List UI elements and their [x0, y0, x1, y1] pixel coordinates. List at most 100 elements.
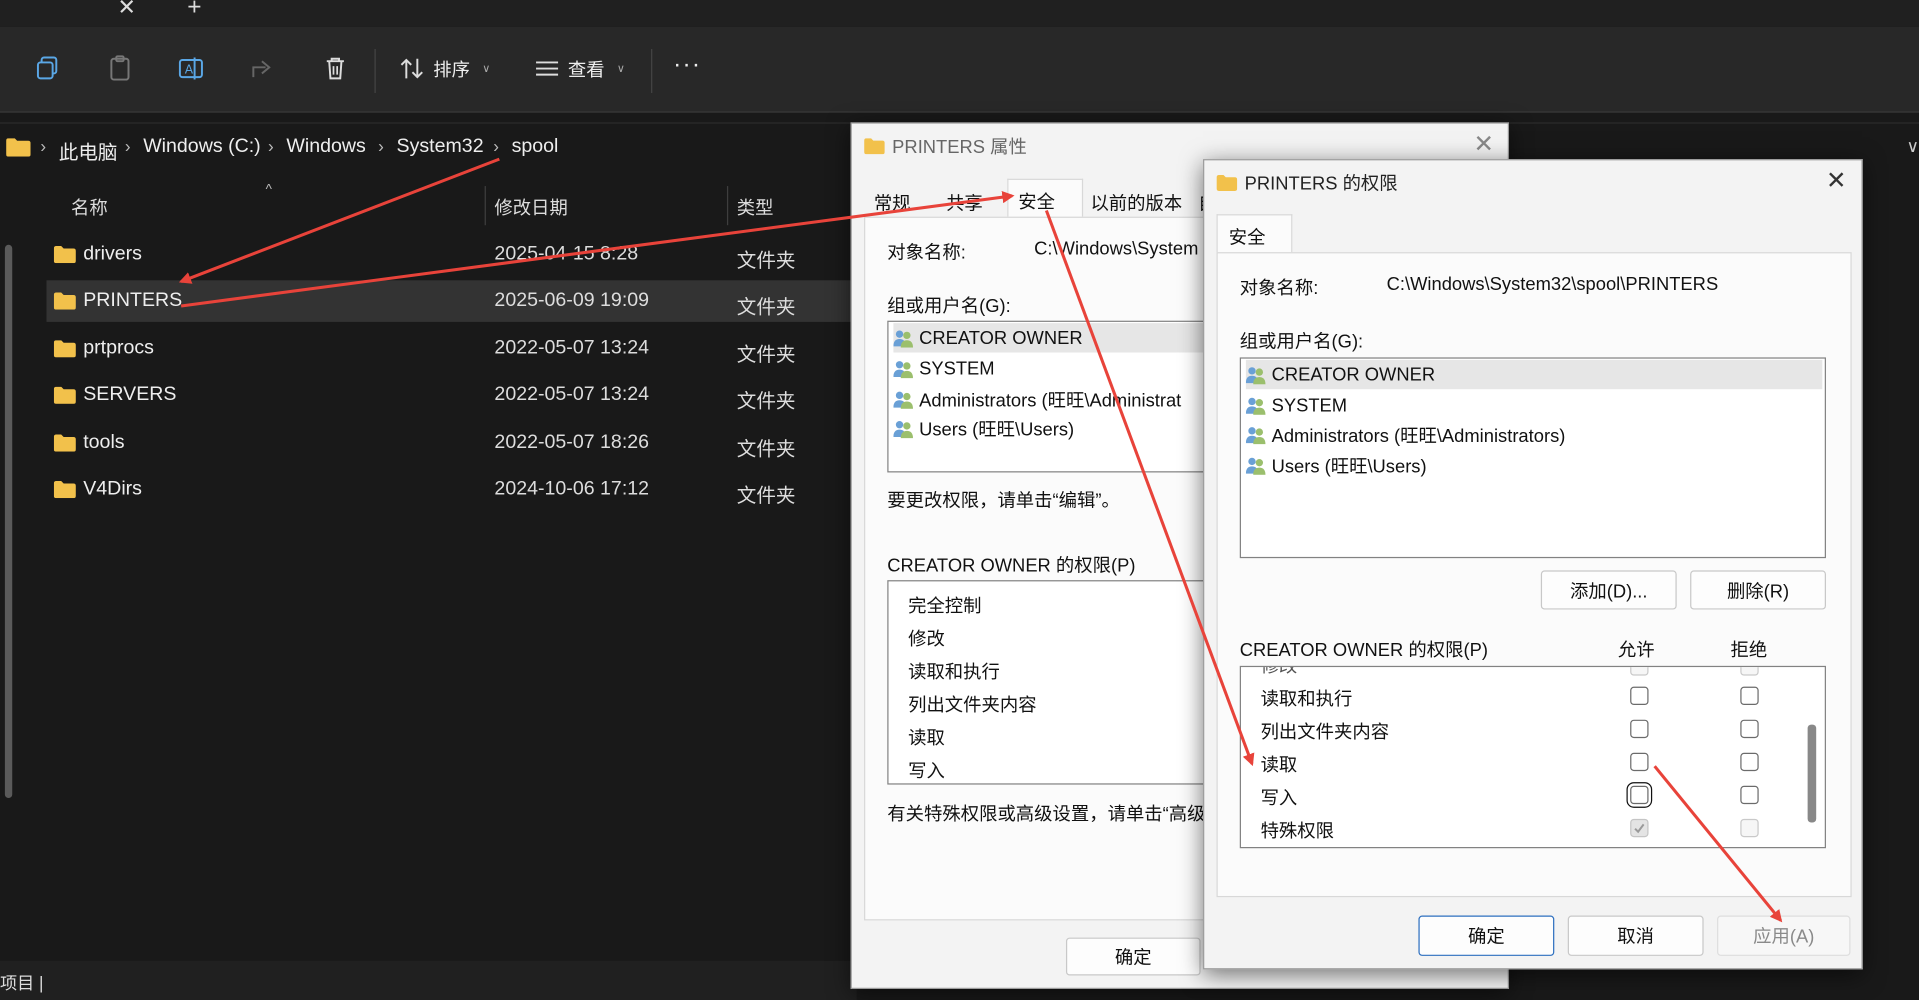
- ok-button[interactable]: 确定: [1418, 915, 1555, 956]
- file-date: 2024-10-06 17:12: [494, 478, 650, 500]
- close-icon[interactable]: ✕: [1474, 129, 1495, 160]
- list-item[interactable]: Users (旺旺\Users): [1245, 450, 1427, 479]
- command-bar: A 排序 ∨ 查看 ∨ ···: [0, 26, 1919, 113]
- tab-sharing[interactable]: 共享: [946, 190, 983, 216]
- dialog-title-text: PRINTERS 属性: [892, 137, 1027, 158]
- permission-name: 读取: [1260, 755, 1298, 777]
- column-date[interactable]: 修改日期: [494, 195, 567, 221]
- permission-name: 修改: [1260, 665, 1298, 677]
- allow-checkbox[interactable]: [1630, 686, 1649, 706]
- object-name-label: 对象名称:: [887, 242, 966, 264]
- add-button[interactable]: 添加(D)...: [1540, 570, 1677, 610]
- breadcrumb-c-drive[interactable]: Windows (C:): [143, 136, 261, 158]
- permission-name: 特殊权限: [1260, 821, 1335, 843]
- breadcrumb-separator: ›: [124, 135, 131, 156]
- rename-icon[interactable]: A: [176, 54, 205, 83]
- toolbar-divider: [651, 48, 653, 94]
- users-icon: [1245, 397, 1266, 415]
- delete-icon[interactable]: [321, 54, 350, 83]
- list-item[interactable]: Users (旺旺\Users): [893, 414, 1074, 443]
- apply-button[interactable]: 应用(A): [1717, 915, 1851, 956]
- chevron-down-icon[interactable]: ∨: [1906, 136, 1919, 157]
- advanced-hint: 有关特殊权限或高级设置，请单击“高级”: [887, 804, 1212, 825]
- group-users-label: 组或用户名(G):: [887, 296, 1011, 318]
- list-item[interactable]: SYSTEM: [1245, 390, 1347, 419]
- list-item[interactable]: CREATOR OWNER: [893, 323, 1215, 353]
- remove-button[interactable]: 删除(R): [1690, 570, 1826, 610]
- tab-security-label: 安全: [1018, 192, 1055, 213]
- dialog-title-text: PRINTERS 的权限: [1244, 173, 1398, 195]
- tab-security-active[interactable]: 安全: [1216, 214, 1293, 254]
- status-bar: 项目 |: [0, 960, 857, 1000]
- sort-button[interactable]: 排序 ∨: [399, 54, 490, 83]
- file-row[interactable]: V4Dirs 2024-10-06 17:12 文件夹: [47, 469, 855, 511]
- file-row[interactable]: tools 2022-05-07 18:26 文件夹: [47, 422, 855, 464]
- allow-checkbox[interactable]: [1630, 719, 1649, 739]
- list-item[interactable]: Administrators (旺旺\Administrat: [893, 384, 1181, 413]
- file-date: 2025-04-15 8:28: [494, 243, 639, 265]
- dialog-title: PRINTERS 属性: [864, 133, 1027, 159]
- tab-general[interactable]: 常规: [874, 190, 911, 216]
- allow-checkbox[interactable]: [1630, 752, 1649, 772]
- permission-name: 完全控制: [908, 596, 982, 617]
- copy-icon[interactable]: [33, 54, 62, 83]
- chevron-down-icon: ∨: [482, 61, 491, 75]
- permissions-scrollbar[interactable]: [1807, 724, 1817, 823]
- permissions-list: 完全控制 修改 读取和执行 列出文件夹内容 读取 写入: [887, 580, 1218, 785]
- new-tab-icon[interactable]: +: [187, 0, 201, 22]
- file-name: V4Dirs: [83, 478, 142, 500]
- users-list[interactable]: CREATOR OWNER SYSTEM Administrators (旺旺\…: [1239, 357, 1826, 559]
- view-button[interactable]: 查看 ∨: [534, 54, 625, 83]
- paste-icon[interactable]: [105, 54, 134, 83]
- file-row[interactable]: prtprocs 2022-05-07 13:24 文件夹: [47, 328, 855, 370]
- deny-checkbox[interactable]: [1740, 686, 1759, 706]
- column-name[interactable]: 名称: [71, 195, 108, 221]
- close-icon[interactable]: ✕: [1826, 165, 1847, 196]
- file-row-selected[interactable]: PRINTERS 2025-06-09 19:09 文件夹: [46, 280, 855, 322]
- breadcrumb-system32[interactable]: System32: [397, 136, 484, 158]
- users-list[interactable]: CREATOR OWNER SYSTEM Administrators (旺旺\…: [887, 320, 1218, 473]
- user-name: CREATOR OWNER: [919, 327, 1083, 349]
- column-divider[interactable]: [726, 186, 729, 226]
- sort-label: 排序: [433, 59, 470, 81]
- breadcrumb-windows[interactable]: Windows: [286, 136, 365, 158]
- sort-icon: [400, 58, 423, 79]
- folder-icon: [6, 138, 31, 161]
- file-row[interactable]: drivers 2025-04-15 8:28 文件夹: [47, 234, 855, 276]
- permission-name: 写入: [1260, 788, 1298, 810]
- close-tab-icon[interactable]: ✕: [117, 0, 135, 21]
- cancel-button[interactable]: 取消: [1567, 915, 1704, 956]
- deny-checkbox[interactable]: [1740, 785, 1759, 805]
- ok-button[interactable]: 确定: [1065, 937, 1201, 976]
- sort-ascending-icon: ^: [265, 182, 272, 198]
- users-icon: [893, 391, 913, 409]
- nav-pane-scrollbar[interactable]: [4, 244, 13, 799]
- file-type: 文件夹: [736, 439, 796, 461]
- file-type: 文件夹: [736, 250, 796, 272]
- list-item[interactable]: Administrators (旺旺\Administrators): [1245, 420, 1565, 449]
- column-divider[interactable]: [484, 186, 486, 226]
- allow-checkbox[interactable]: [1630, 667, 1649, 676]
- object-name-value: C:\Windows\System: [1034, 238, 1199, 260]
- folder-icon: [53, 246, 76, 264]
- breadcrumb-spool[interactable]: spool: [512, 136, 559, 158]
- more-options-button[interactable]: ···: [673, 51, 701, 79]
- users-icon: [893, 360, 913, 378]
- deny-checkbox[interactable]: [1740, 667, 1759, 676]
- status-text: 项目 |: [0, 973, 44, 993]
- folder-icon: [53, 481, 76, 499]
- tab-previous-versions[interactable]: 以前的版本: [1090, 190, 1182, 216]
- permission-name: 列出文件夹内容: [1260, 722, 1390, 743]
- breadcrumb-this-pc[interactable]: 此电脑: [59, 136, 118, 165]
- tab-security-active[interactable]: 安全: [1007, 178, 1084, 218]
- file-list-header: ^ 名称 修改日期 类型: [0, 182, 857, 226]
- allow-checkbox[interactable]: [1626, 782, 1653, 808]
- column-type[interactable]: 类型: [737, 195, 774, 221]
- list-item[interactable]: CREATOR OWNER: [1245, 359, 1823, 390]
- list-item[interactable]: SYSTEM: [893, 354, 995, 383]
- deny-checkbox[interactable]: [1740, 719, 1759, 739]
- deny-checkbox[interactable]: [1740, 752, 1759, 772]
- file-row[interactable]: SERVERS 2022-05-07 13:24 文件夹: [47, 375, 855, 417]
- share-icon[interactable]: [248, 54, 277, 83]
- folder-icon: [1216, 175, 1238, 191]
